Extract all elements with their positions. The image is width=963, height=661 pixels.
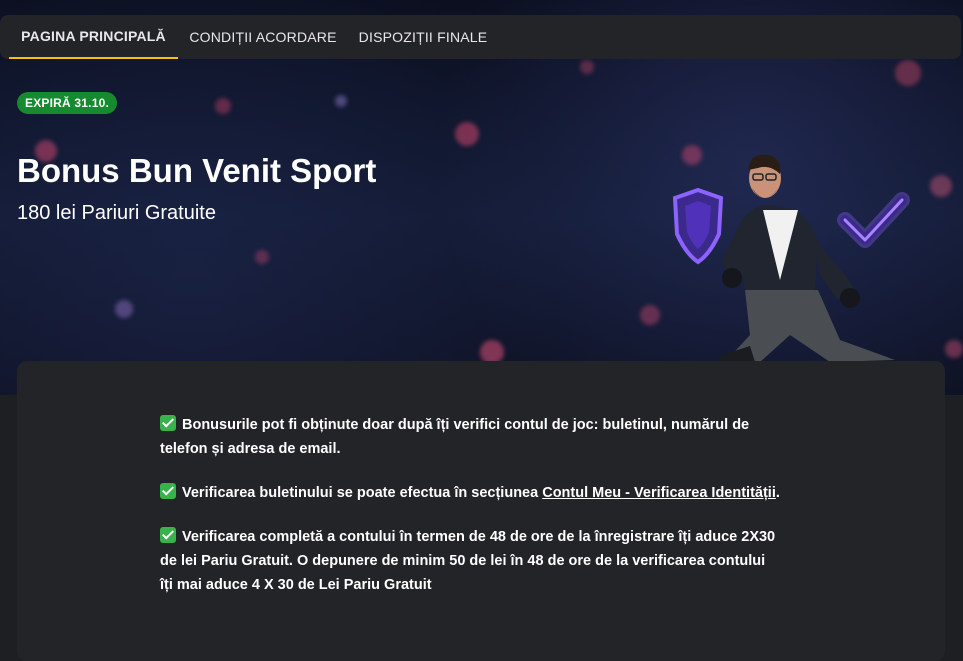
bokeh-light — [455, 122, 479, 146]
condition-item: Verificarea completă a contului în terme… — [160, 525, 780, 597]
shield-icon — [672, 187, 724, 265]
check-box-icon — [160, 483, 176, 499]
bokeh-light — [255, 250, 269, 264]
condition-text: . — [775, 485, 780, 501]
bonus-info-card: Bonusurile pot fi obținute doar după îți… — [17, 361, 945, 661]
tab-dispozitii-finale[interactable]: DISPOZIȚII FINALE — [348, 15, 498, 59]
bokeh-light — [580, 60, 594, 74]
bokeh-light — [335, 95, 347, 107]
page-title: Bonus Bun Venit Sport — [17, 152, 377, 189]
tab-pagina-principala[interactable]: PAGINA PRINCIPALĂ — [9, 15, 178, 59]
verificarea-identitatii-link[interactable]: Contul Meu - Verificarea Identității — [542, 485, 776, 501]
bokeh-light — [115, 300, 133, 318]
condition-text: Bonusurile pot fi obținute doar după îți… — [160, 417, 750, 457]
condition-item: Verificarea buletinului se poate efectua… — [160, 481, 780, 505]
bokeh-light — [945, 340, 963, 358]
expiry-badge: EXPIRĂ 31.10. — [17, 92, 117, 114]
check-box-icon — [160, 415, 176, 431]
celebrating-man-figure — [718, 154, 895, 362]
page-subtitle: 180 lei Pariuri Gratuite — [17, 202, 216, 224]
hero-illustration — [672, 154, 910, 362]
condition-text: Verificarea buletinului se poate efectua… — [182, 485, 543, 501]
top-navigation: PAGINA PRINCIPALĂ CONDIȚII ACORDARE DISP… — [0, 15, 961, 59]
bokeh-light — [215, 98, 231, 114]
condition-text: Verificarea completă a contului în terme… — [160, 529, 776, 593]
checkmark-icon — [837, 192, 910, 248]
bokeh-light — [895, 60, 921, 86]
check-box-icon — [160, 527, 176, 543]
bonus-conditions-list: Bonusurile pot fi obținute doar după îți… — [160, 413, 780, 617]
tab-conditii-acordare[interactable]: CONDIȚII ACORDARE — [178, 15, 348, 59]
condition-item: Bonusurile pot fi obținute doar după îți… — [160, 413, 780, 461]
